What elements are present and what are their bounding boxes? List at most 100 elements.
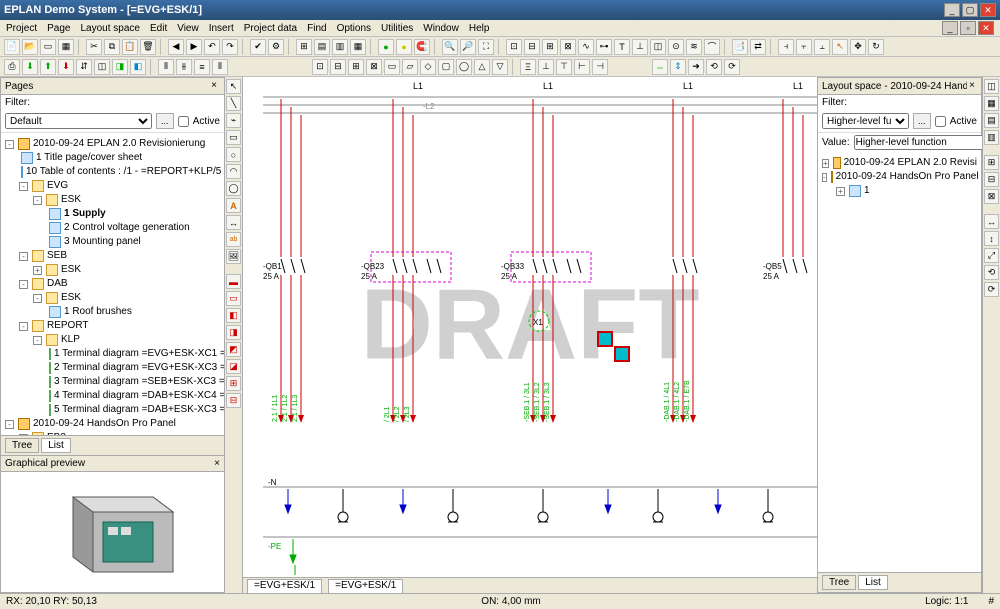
tool2-ab-icon[interactable]: ⊣	[592, 59, 608, 75]
tool-zoom-fit-icon[interactable]: ⛶	[478, 39, 494, 55]
layout-tab-list[interactable]: List	[858, 575, 888, 590]
tree-terminal-3[interactable]: 3 Terminal diagram =SEB+ESK-XC3 =SEB+WAH…	[54, 375, 224, 389]
layout-tree-proj1[interactable]: 2010-09-24 EPLAN 2.0 Revisi	[844, 156, 977, 170]
tool2-m-icon[interactable]: ⊡	[312, 59, 328, 75]
tree-dab[interactable]: DAB	[47, 277, 68, 291]
vtool-red3-icon[interactable]: ◧	[226, 308, 241, 323]
layout-tree-proj2[interactable]: 2010-09-24 HandsOn Pro Panel	[836, 170, 979, 184]
vtool-cursor-icon[interactable]: ↖	[226, 79, 241, 94]
tool-report-icon[interactable]: 📑	[732, 39, 748, 55]
rtool-10-icon[interactable]: ⤢	[984, 248, 999, 263]
tree-terminal-5[interactable]: 5 Terminal diagram =DAB+ESK-XC3 =DAB+WAH…	[54, 403, 224, 417]
tree-dab-esk[interactable]: ESK	[61, 291, 81, 305]
tool2-r-icon[interactable]: ▱	[402, 59, 418, 75]
tool-cable-icon[interactable]: ≋	[686, 39, 702, 55]
tool2-z-icon[interactable]: ⊤	[556, 59, 572, 75]
tool2-l-icon[interactable]: ⦀	[212, 59, 228, 75]
tool-symbol2-icon[interactable]: ⊟	[524, 39, 540, 55]
tool-new-icon[interactable]: 📄	[4, 39, 20, 55]
vtool-dim-icon[interactable]: ↔	[226, 215, 241, 230]
tool-t2-icon[interactable]: ⊥	[632, 39, 648, 55]
vtool-red6-icon[interactable]: ◪	[226, 359, 241, 374]
tool-move-icon[interactable]: ✥	[850, 39, 866, 55]
menu-window[interactable]: Window	[423, 23, 459, 34]
rtool-9-icon[interactable]: ↕	[984, 231, 999, 246]
rtool-4-icon[interactable]: ▥	[984, 130, 999, 145]
tool-grid2-icon[interactable]: ▤	[314, 39, 330, 55]
expand-icon[interactable]: +	[822, 159, 829, 168]
tree-terminal-1[interactable]: 1 Terminal diagram =EVG+ESK-XC1 =EVG+ESK…	[54, 347, 224, 361]
tree-project-1[interactable]: 2010-09-24 EPLAN 2.0 Revisionierung	[33, 137, 205, 151]
tree-roof-brushes[interactable]: 1 Roof brushes	[64, 305, 132, 319]
tree-supply[interactable]: 1 Supply	[64, 207, 106, 221]
tree-seb[interactable]: SEB	[47, 249, 67, 263]
layout-tree-node1[interactable]: 1	[864, 184, 870, 198]
layout-filter-browse-button[interactable]: ...	[913, 113, 931, 129]
vtool-red5-icon[interactable]: ◩	[226, 342, 241, 357]
vtool-red2-icon[interactable]: ▭	[226, 291, 241, 306]
tool2-o-icon[interactable]: ⊞	[348, 59, 364, 75]
tool-symbol-icon[interactable]: ⊡	[506, 39, 522, 55]
expand-icon[interactable]: -	[19, 280, 28, 289]
tool-prev-icon[interactable]: ◀	[168, 39, 184, 55]
tool-align2-icon[interactable]: ⫟	[796, 39, 812, 55]
menu-page[interactable]: Page	[47, 23, 70, 34]
menu-view[interactable]: View	[177, 23, 199, 34]
expand-icon[interactable]: -	[33, 336, 42, 345]
tool-redo-icon[interactable]: ↷	[222, 39, 238, 55]
tool-page-icon[interactable]: ▭	[40, 39, 56, 55]
preview-close-icon[interactable]: ×	[214, 458, 220, 469]
expand-icon[interactable]: -	[19, 182, 28, 191]
expand-icon[interactable]: +	[33, 266, 42, 275]
vtool-ellipse-icon[interactable]: ◯	[226, 181, 241, 196]
vtool-poly-icon[interactable]: ⌁	[226, 113, 241, 128]
rtool-8-icon[interactable]: ↔	[984, 214, 999, 229]
tool2-k-icon[interactable]: ≡	[194, 59, 210, 75]
tool-green-icon[interactable]: ●	[378, 39, 394, 55]
pages-panel-close-icon[interactable]: ×	[208, 80, 220, 92]
tool-align3-icon[interactable]: ⫠	[814, 39, 830, 55]
tree-terminal-2[interactable]: 2 Terminal diagram =EVG+ESK-XC3 =SEB+ESK…	[54, 361, 224, 375]
tool2-a-icon[interactable]: ⎙	[4, 59, 20, 75]
tool2-af-icon[interactable]: ⟲	[706, 59, 722, 75]
tool2-s-icon[interactable]: ◇	[420, 59, 436, 75]
vtool-ab-icon[interactable]: ab	[226, 232, 241, 247]
tree-report[interactable]: REPORT	[47, 319, 89, 333]
rtool-2-icon[interactable]: ▦	[984, 96, 999, 111]
tool-check-icon[interactable]: ✔	[250, 39, 266, 55]
tool-xref-icon[interactable]: ⇄	[750, 39, 766, 55]
vtool-arc-icon[interactable]: ◠	[226, 164, 241, 179]
rtool-12-icon[interactable]: ⟳	[984, 282, 999, 297]
tool2-w-icon[interactable]: ▽	[492, 59, 508, 75]
tool2-n-icon[interactable]: ⊟	[330, 59, 346, 75]
tool2-d-icon[interactable]: ⬇	[58, 59, 74, 75]
menu-help[interactable]: Help	[469, 23, 490, 34]
doc-close-button[interactable]: ✕	[978, 21, 994, 35]
layout-panel-close-icon[interactable]: ×	[967, 80, 977, 92]
schematic-canvas[interactable]: DRAFT L1 L1 L1 L1 -L2 -QB1 25 A 2.1 / 1L…	[243, 77, 817, 593]
tool-align1-icon[interactable]: ⫞	[778, 39, 794, 55]
rtool-5-icon[interactable]: ⊞	[984, 155, 999, 170]
vtool-line-icon[interactable]: ╲	[226, 96, 241, 111]
menu-utilities[interactable]: Utilities	[381, 23, 413, 34]
doc-minimize-button[interactable]: _	[942, 21, 958, 35]
expand-icon[interactable]: -	[822, 173, 827, 182]
tab-tree[interactable]: Tree	[5, 438, 39, 453]
maximize-button[interactable]: ▢	[962, 3, 978, 17]
tool2-b-icon[interactable]: ⬇	[22, 59, 38, 75]
rtool-1-icon[interactable]: ◫	[984, 79, 999, 94]
tool-props-icon[interactable]: ⚙	[268, 39, 284, 55]
vtool-red7-icon[interactable]: ⊞	[226, 376, 241, 391]
tool2-aa-icon[interactable]: ⊢	[574, 59, 590, 75]
tool-delete-icon[interactable]: 🗑	[140, 39, 156, 55]
expand-icon[interactable]: -	[5, 420, 14, 429]
rtool-3-icon[interactable]: ▤	[984, 113, 999, 128]
vtool-rect-icon[interactable]: ▭	[226, 130, 241, 145]
tool-t1-icon[interactable]: T	[614, 39, 630, 55]
expand-icon[interactable]: -	[5, 140, 14, 149]
tool-grid4-icon[interactable]: ▦	[350, 39, 366, 55]
menu-find[interactable]: Find	[307, 23, 326, 34]
tool2-q-icon[interactable]: ▭	[384, 59, 400, 75]
tool2-j-icon[interactable]: ⫵	[176, 59, 192, 75]
tool-paste-icon[interactable]: 📋	[122, 39, 138, 55]
